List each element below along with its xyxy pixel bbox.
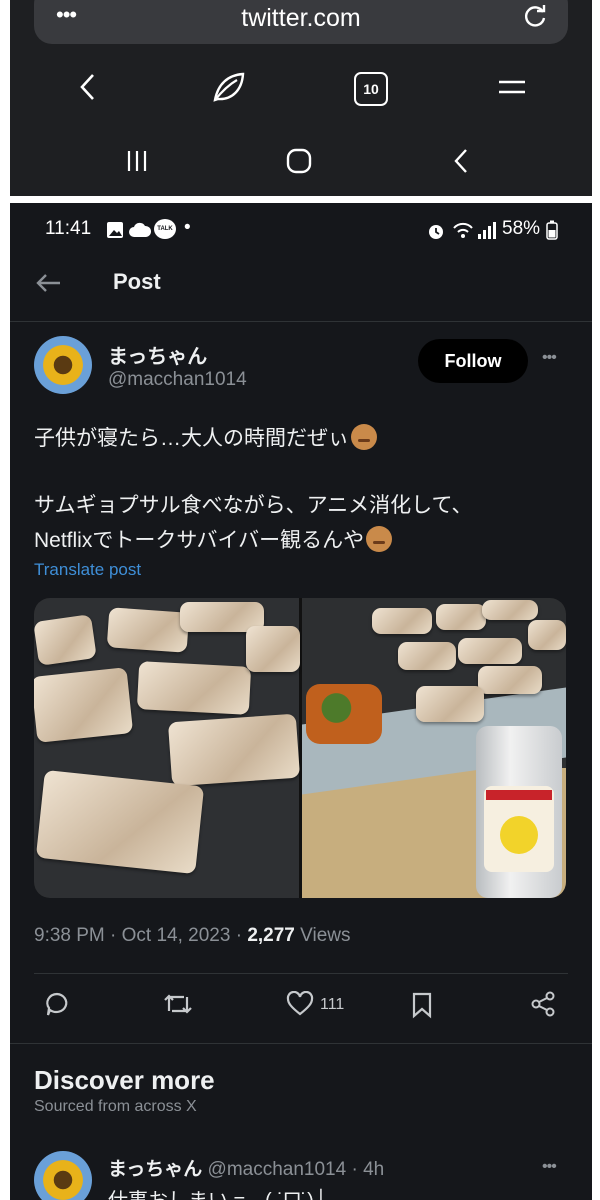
smiling-face-emoji-icon (351, 424, 377, 450)
discover-title: Discover more (34, 1065, 215, 1095)
reply-icon[interactable] (44, 991, 70, 1017)
cloud-icon (129, 222, 152, 237)
discover-item-name[interactable]: まっちゃん (108, 1159, 202, 1180)
menu-icon[interactable] (496, 74, 528, 100)
home-icon[interactable] (284, 146, 314, 176)
discover-avatar[interactable] (34, 1151, 92, 1200)
alarm-icon (429, 225, 443, 239)
status-dot: • (184, 217, 191, 238)
url-text[interactable]: twitter.com (34, 4, 568, 33)
discover-item-text: 仕事おしまい = ┌( ˙ᗜ˙)┘ (108, 1184, 328, 1200)
actions-divider (10, 1043, 592, 1044)
battery-icon (546, 220, 558, 240)
meta-divider (34, 973, 568, 974)
header-divider (10, 321, 592, 322)
tweet-line-1-text: 子供が寝たら…大人の時間だぜぃ (34, 427, 349, 450)
avatar[interactable] (34, 336, 92, 394)
views-label: Views (294, 925, 351, 946)
discover-item-handle[interactable]: @macchan1014 · 4h (208, 1159, 385, 1180)
leaf-icon[interactable] (210, 70, 248, 104)
share-icon[interactable] (530, 991, 556, 1017)
like-count: 111 (320, 996, 345, 1013)
nav-back-icon[interactable] (450, 147, 472, 175)
photo-grilled-pork[interactable] (34, 598, 301, 898)
like-icon[interactable] (286, 991, 314, 1017)
tweet-media[interactable] (34, 598, 566, 898)
battery-level: 58% (502, 218, 541, 239)
discover-subtitle: Sourced from across X (34, 1098, 197, 1115)
more-options-icon[interactable]: ••• (542, 349, 557, 367)
discover-more-options-icon[interactable]: ••• (542, 1158, 557, 1176)
status-time: 11:41 (45, 218, 92, 239)
translate-post-link[interactable]: Translate post (34, 560, 141, 580)
reload-icon[interactable] (522, 4, 548, 30)
bookmark-icon[interactable] (410, 991, 434, 1019)
gallery-icon (107, 222, 123, 238)
follow-button[interactable]: Follow (418, 339, 528, 383)
drooling-face-emoji-icon (366, 526, 393, 552)
talk-badge: TALK (154, 219, 176, 239)
tweet-line-3-text: Netflixでトークサバイバー観るんや (34, 529, 365, 552)
page-title: Post (113, 269, 161, 294)
back-arrow-icon[interactable] (34, 271, 62, 295)
url-bar[interactable]: ••• twitter.com (34, 0, 568, 44)
tweet-line-2: サムギョプサル食べながら、アニメ消化して、 (34, 494, 473, 517)
recent-apps-icon[interactable] (124, 148, 150, 174)
tweet-line-3: Netflixでトークサバイバー観るんや (34, 524, 393, 554)
author-handle[interactable]: @macchan1014 (108, 369, 247, 391)
back-icon[interactable] (76, 72, 100, 102)
photo-grill-and-can[interactable] (302, 598, 566, 898)
tabs-icon[interactable]: 10 (354, 72, 388, 106)
discover-item-header[interactable]: まっちゃん @macchan1014 · 4h (108, 1154, 384, 1181)
tweet-meta: 9:38 PM · Oct 14, 2023 · 2,277 Views (34, 925, 351, 947)
drink-can (476, 726, 562, 898)
tweet-timestamp[interactable]: 9:38 PM · Oct 14, 2023 · (34, 925, 247, 946)
twitter-app-screen: 11:41 TALK • 58% Post まっちゃん @macchan1014… (10, 203, 592, 1200)
repost-icon[interactable] (162, 991, 194, 1017)
signal-icon (453, 222, 496, 239)
tweet-line-1: 子供が寝たら…大人の時間だぜぃ (34, 422, 377, 452)
browser-chrome: ••• twitter.com 10 (10, 0, 592, 196)
views-count: 2,277 (247, 925, 295, 946)
author-name[interactable]: まっちゃん (108, 340, 207, 369)
